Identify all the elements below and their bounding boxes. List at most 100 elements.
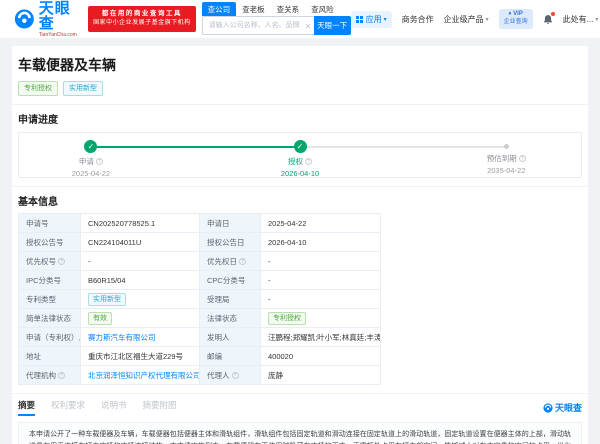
table-row: 地址 重庆市江北区福生大道229号 邮编 400020 <box>19 347 381 366</box>
valid-status-tag: 有效 <box>88 312 112 325</box>
step-date: 2026-04-10 <box>255 169 345 178</box>
check-icon: ✓ <box>84 140 97 153</box>
help-icon[interactable]: ? <box>96 158 103 165</box>
field-label: 优先权日 <box>207 257 237 266</box>
vip-sub-label: 企业查询 <box>504 19 528 27</box>
chevron-down-icon: ▾ <box>486 16 489 23</box>
step-date: 2025-04-22 <box>46 169 136 178</box>
search-tab-boss[interactable]: 查老板 <box>236 2 271 16</box>
timeline-step-application: ✓ 申请? 2025-04-22 <box>46 140 136 178</box>
step-label: 授权 <box>288 157 303 166</box>
field-value: 庞静 <box>261 366 381 385</box>
abstract-text: 本申请公开了一种车载便器及车辆，车载便器包括便器主体和滑轨组件，滑轨组件包括固定… <box>18 422 582 444</box>
field-value: 2026-04-10 <box>261 233 381 252</box>
tianyancha-logo[interactable]: 天眼查 TianYanCha.com <box>14 1 80 38</box>
basic-info-title: 基本信息 <box>18 193 582 208</box>
field-label: 法律状态 <box>200 309 261 328</box>
progress-section-title: 申请进度 <box>18 111 582 126</box>
tab-abstract[interactable]: 摘要 <box>18 399 35 416</box>
search-tabs: 查公司 查老板 查关系 查风险 <box>202 3 351 16</box>
utility-model-tag: 实用新型 <box>88 293 126 306</box>
tab-claims[interactable]: 权利要求 <box>51 399 85 416</box>
agency-link[interactable]: 北京润泽恒知识产权代理有限公司 <box>88 371 200 380</box>
vip-enterprise-badge[interactable]: ♦ VIP 企业查询 <box>499 9 533 29</box>
help-icon[interactable]: ? <box>232 372 239 379</box>
help-icon[interactable]: ? <box>305 158 312 165</box>
timeline-step-estimated-expiry: 预估到期? 2035-04-22 <box>461 140 551 175</box>
help-icon[interactable]: ? <box>519 155 526 162</box>
table-row: 优先权号? - 优先权日? - <box>19 252 381 271</box>
nav-business-cooperation[interactable]: 商务合作 <box>402 14 434 25</box>
table-row: 申请号 CN202520778525.1 申请日 2025-04-22 <box>19 214 381 233</box>
search-tab-company[interactable]: 查公司 <box>202 2 237 16</box>
chevron-down-icon: ▾ <box>384 16 387 23</box>
nav-enterprise-products[interactable]: 企业级产品 ▾ <box>444 14 489 25</box>
field-value: 400020 <box>261 347 381 366</box>
promo-line-1: 都在用的商业查询工具 <box>93 9 191 19</box>
table-row: 申请（专利权）人 赛力斯汽车有限公司 发明人 汪鹏程;郑耀凯;叶小军;林真廷;丰… <box>19 328 381 347</box>
help-icon[interactable]: ? <box>239 258 246 265</box>
apps-label: 应用 <box>366 14 382 25</box>
field-label: 申请日 <box>200 214 261 233</box>
help-icon[interactable]: ? <box>58 372 65 379</box>
check-icon: ✓ <box>294 140 307 153</box>
tab-abstract-figure[interactable]: 摘要附图 <box>143 399 177 416</box>
search-input[interactable] <box>202 16 314 35</box>
vip-diamond-icon: ♦ <box>508 11 511 17</box>
field-value: 重庆市江北区福生大道229号 <box>81 347 200 366</box>
step-label: 申请 <box>79 157 94 166</box>
tab-description[interactable]: 说明书 <box>101 399 127 416</box>
patent-authorized-tag: 专利授权 <box>18 81 58 96</box>
table-row: 代理机构? 北京润泽恒知识产权代理有限公司 代理人? 庞静 <box>19 366 381 385</box>
field-value: - <box>261 252 381 271</box>
field-value: - <box>261 271 381 290</box>
field-value: CN202520778525.1 <box>81 214 200 233</box>
search-area: 查公司 查老板 查关系 查风险 × 天眼一下 <box>202 3 351 35</box>
page-title: 车载便器及车辆 <box>18 55 582 75</box>
basic-info-table: 申请号 CN202520778525.1 申请日 2025-04-22 授权公告… <box>18 213 381 385</box>
header-nav: 应用 ▾ 商务合作 企业级产品 ▾ ♦ VIP 企业查询 此处有... ▾ <box>351 9 599 29</box>
enterprise-label: 企业级产品 <box>444 14 484 25</box>
legal-status-tag: 专利授权 <box>268 312 306 325</box>
field-label: 申请号 <box>19 214 81 233</box>
top-navigation-bar: 天眼查 TianYanCha.com 都在用的商业查询工具 国家中小企业发展子基… <box>0 0 600 38</box>
search-tab-relation[interactable]: 查关系 <box>271 2 306 16</box>
notification-dot <box>551 12 555 16</box>
field-label: 发明人 <box>200 328 261 347</box>
document-section: 摘要 权利要求 说明书 摘要附图 天眼查 本申请公开了一种车载便器及车辆，车载便… <box>12 393 588 444</box>
tianyancha-logo-icon <box>14 7 35 31</box>
watermark-text: 天眼查 <box>555 401 582 414</box>
table-row: IPC分类号 B60R15/04 CPC分类号 - <box>19 271 381 290</box>
field-value: 2025-04-22 <box>261 214 381 233</box>
field-value: B60R15/04 <box>81 271 200 290</box>
patent-title-section: 车载便器及车辆 专利授权 实用新型 <box>12 46 588 104</box>
help-icon[interactable]: ? <box>58 258 65 265</box>
clear-icon[interactable]: × <box>305 21 310 31</box>
pending-dot-icon <box>504 144 509 149</box>
applicant-link[interactable]: 赛力斯汽车有限公司 <box>88 333 156 342</box>
vip-label: VIP <box>513 11 523 17</box>
apps-menu[interactable]: 应用 ▾ <box>351 11 392 28</box>
field-label: 授权公告号 <box>19 233 81 252</box>
search-tab-risk[interactable]: 查风险 <box>305 2 340 16</box>
table-row: 授权公告号 CN224104011U 授权公告日 2026-04-10 <box>19 233 381 252</box>
promo-line-2: 国家中小企业发展子基金旗下机构 <box>93 19 191 28</box>
field-value: 汪鹏程;郑耀凯;叶小军;林真廷;丰涛 <box>261 328 381 347</box>
table-row: 专利类型 实用新型 受理局 - <box>19 290 381 309</box>
brand-domain: TianYanCha.com <box>39 33 80 38</box>
patent-detail-page: 车载便器及车辆 专利授权 实用新型 申请进度 ✓ 申请? 2025-04-22 … <box>12 46 588 444</box>
field-label: 简单法律状态 <box>19 309 81 328</box>
user-menu-label: 此处有... <box>563 14 594 25</box>
field-label: 受理局 <box>200 290 261 309</box>
search-button[interactable]: 天眼一下 <box>314 16 351 35</box>
field-value: - <box>261 290 381 309</box>
document-tabs: 摘要 权利要求 说明书 摘要附图 天眼查 <box>18 400 582 415</box>
user-menu[interactable]: 此处有... ▾ <box>563 14 599 25</box>
field-label: 专利类型 <box>19 290 81 309</box>
notification-bell[interactable] <box>543 14 553 25</box>
field-label: CPC分类号 <box>200 271 261 290</box>
field-label: 代理人 <box>207 371 230 380</box>
progress-timeline: ✓ 申请? 2025-04-22 ✓ 授权? 2026-04-10 预估到期? … <box>18 132 582 178</box>
field-value: CN224104011U <box>81 233 200 252</box>
table-row: 简单法律状态 有效 法律状态 专利授权 <box>19 309 381 328</box>
